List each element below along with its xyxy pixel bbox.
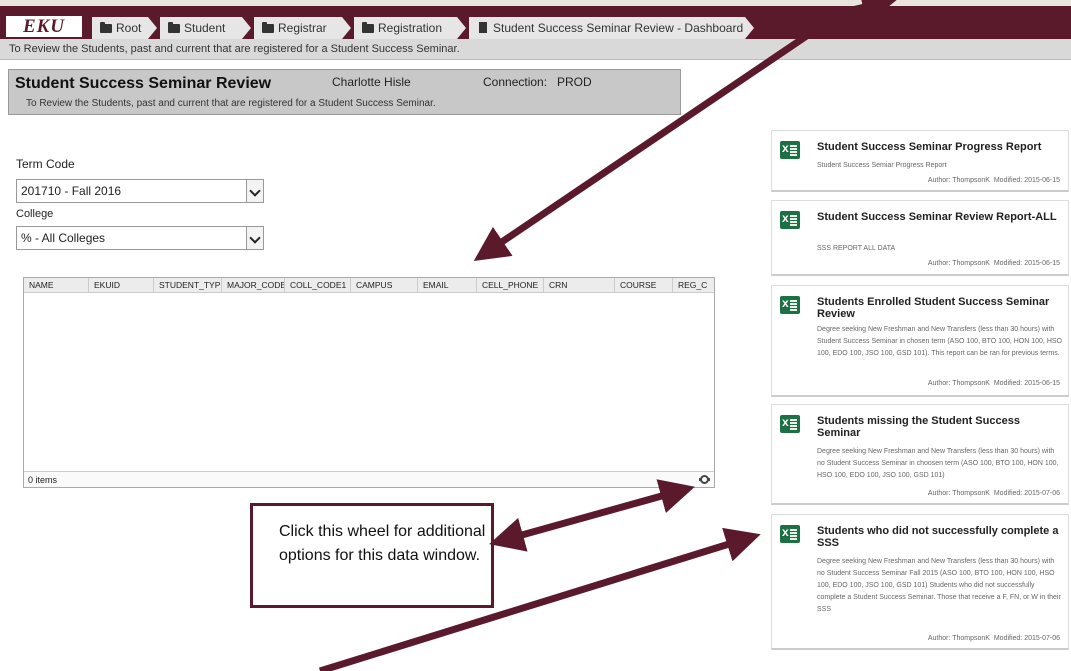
- arrow-to-gear: [489, 479, 695, 552]
- arrow-to-report-card: [318, 527, 761, 671]
- annotation-arrows: [318, 0, 898, 671]
- arrow-to-grid: [473, 9, 844, 261]
- arrow-to-top: [842, 0, 898, 25]
